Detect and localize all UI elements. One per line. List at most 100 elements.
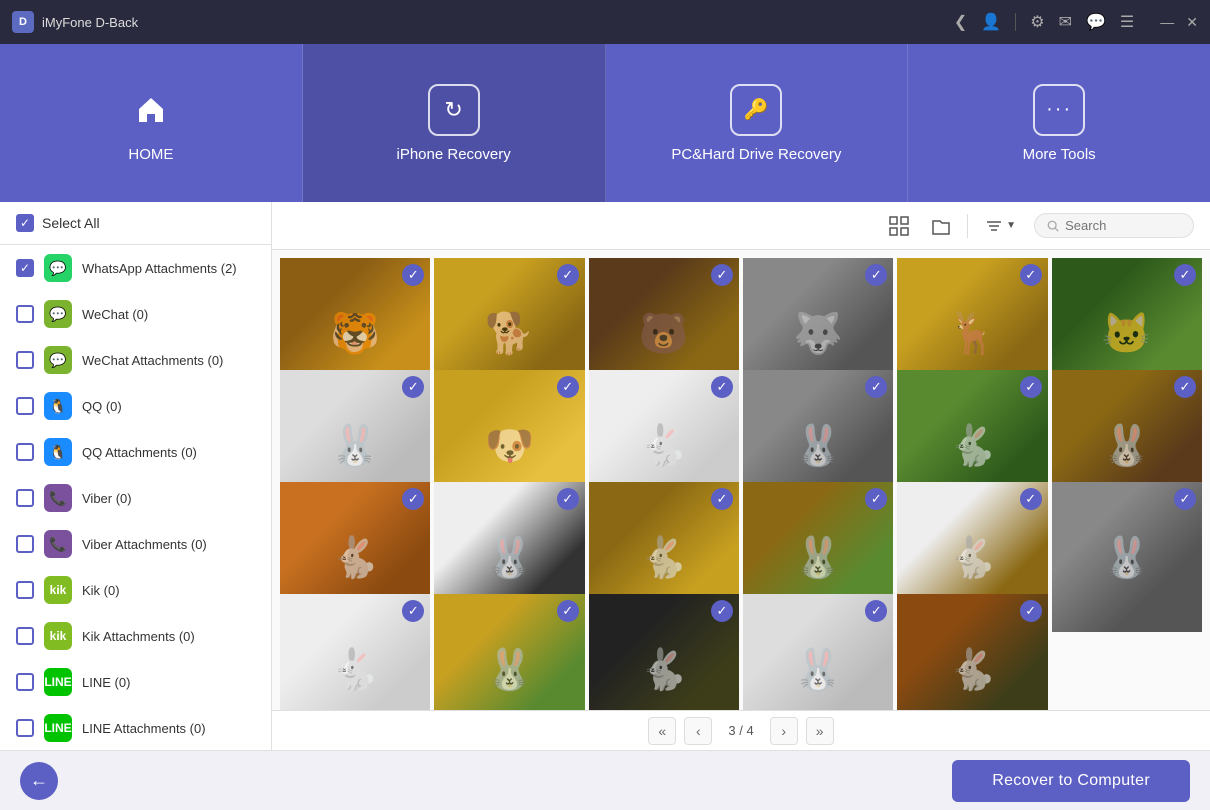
whatsapp-label: WhatsApp Attachments (2) (82, 261, 237, 276)
image-select-check[interactable]: ✓ (711, 264, 733, 286)
image-select-check[interactable]: ✓ (1174, 376, 1196, 398)
sidebar-item-line-attach[interactable]: LINE LINE Attachments (0) (0, 705, 271, 750)
whatsapp-icon: 💬 (44, 254, 72, 282)
menu-icon[interactable]: ☰ (1120, 12, 1134, 32)
share-icon[interactable]: ❮ (954, 12, 967, 32)
image-cell[interactable]: 🐇✓ (589, 594, 739, 710)
content-area: ▼ 🐯✓🐕✓🐻✓🐺✓🦌✓🐱✓🐰✓🐶✓🐇✓🐰✓🐇✓🐰✓🐇✓🐰✓🐇✓🐰✓🐇✓🐰✓🐇✓… (272, 202, 1210, 750)
image-cell[interactable]: 🐰✓ (743, 594, 893, 710)
current-page: 3 (728, 723, 735, 738)
viber-attach-label: Viber Attachments (0) (82, 537, 207, 552)
home-icon (125, 84, 177, 136)
image-select-check[interactable]: ✓ (711, 600, 733, 622)
kik-attach-icon: kik (44, 622, 72, 650)
first-page-button[interactable]: « (648, 717, 676, 745)
content-toolbar: ▼ (272, 202, 1210, 250)
grid-view-button[interactable] (883, 210, 915, 242)
sidebar-item-viber-attach[interactable]: 📞 Viber Attachments (0) (0, 521, 271, 567)
image-select-check[interactable]: ✓ (711, 376, 733, 398)
select-all-checkbox[interactable] (16, 214, 34, 232)
sidebar-item-wechat[interactable]: 💬 WeChat (0) (0, 291, 271, 337)
qq-attach-checkbox[interactable] (16, 443, 34, 461)
nav-bar: HOME ↻ iPhone Recovery 🔑 PC&Hard Drive R… (0, 44, 1210, 202)
sidebar-item-kik-attach[interactable]: kik Kik Attachments (0) (0, 613, 271, 659)
filter-label: ▼ (1006, 220, 1016, 231)
sidebar-item-qq-attach[interactable]: 🐧 QQ Attachments (0) (0, 429, 271, 475)
main-layout: Select All 💬 WhatsApp Attachments (2) 💬 … (0, 202, 1210, 750)
sidebar-item-qq[interactable]: 🐧 QQ (0) (0, 383, 271, 429)
image-select-check[interactable]: ✓ (1174, 488, 1196, 510)
qq-label: QQ (0) (82, 399, 122, 414)
nav-iphone-recovery[interactable]: ↻ iPhone Recovery (303, 44, 606, 202)
image-select-check[interactable]: ✓ (1020, 600, 1042, 622)
recover-button[interactable]: Recover to Computer (952, 760, 1190, 802)
wechat-attach-icon: 💬 (44, 346, 72, 374)
more-tools-label: More Tools (1023, 146, 1096, 163)
close-button[interactable]: ✕ (1186, 14, 1198, 31)
sidebar-item-viber[interactable]: 📞 Viber (0) (0, 475, 271, 521)
title-bar: D iMyFone D-Back ❮ 👤 ⚙ ✉ 💬 ☰ — ✕ (0, 0, 1210, 44)
next-page-button[interactable]: › (770, 717, 798, 745)
sidebar-item-whatsapp[interactable]: 💬 WhatsApp Attachments (2) (0, 245, 271, 291)
image-select-check[interactable]: ✓ (1174, 264, 1196, 286)
total-pages: 4 (746, 723, 753, 738)
prev-page-button[interactable]: ‹ (684, 717, 712, 745)
sidebar-item-wechat-attach[interactable]: 💬 WeChat Attachments (0) (0, 337, 271, 383)
kik-icon: kik (44, 576, 72, 604)
mail-icon[interactable]: ✉ (1059, 12, 1072, 32)
viber-checkbox[interactable] (16, 489, 34, 507)
image-select-check[interactable]: ✓ (1020, 376, 1042, 398)
iphone-recovery-label: iPhone Recovery (397, 146, 511, 163)
sidebar-item-line[interactable]: LINE LINE (0) (0, 659, 271, 705)
window-controls: — ✕ (1160, 14, 1198, 31)
app-title: iMyFone D-Back (42, 15, 954, 30)
gear-icon[interactable]: ⚙ (1030, 12, 1044, 32)
viber-attach-icon: 📞 (44, 530, 72, 558)
line-attach-checkbox[interactable] (16, 719, 34, 737)
viber-icon: 📞 (44, 484, 72, 512)
line-checkbox[interactable] (16, 673, 34, 691)
wechat-checkbox[interactable] (16, 305, 34, 323)
image-select-check[interactable]: ✓ (1020, 488, 1042, 510)
sidebar-header: Select All (0, 202, 271, 245)
qq-attach-icon: 🐧 (44, 438, 72, 466)
qq-checkbox[interactable] (16, 397, 34, 415)
kik-checkbox[interactable] (16, 581, 34, 599)
filter-button[interactable]: ▼ (978, 214, 1024, 238)
minimize-button[interactable]: — (1160, 14, 1174, 30)
image-select-check[interactable]: ✓ (557, 600, 579, 622)
more-tools-icon: ··· (1033, 84, 1085, 136)
image-cell[interactable]: 🐰✓ (1052, 482, 1202, 632)
image-cell[interactable]: 🐇✓ (280, 594, 430, 710)
image-cell[interactable]: 🐰✓ (434, 594, 584, 710)
iphone-recovery-icon: ↻ (428, 84, 480, 136)
nav-home[interactable]: HOME (0, 44, 303, 202)
image-select-check[interactable]: ✓ (557, 488, 579, 510)
search-input[interactable] (1065, 218, 1181, 233)
sidebar-item-kik[interactable]: kik Kik (0) (0, 567, 271, 613)
last-page-button[interactable]: » (806, 717, 834, 745)
image-cell[interactable]: 🐇✓ (897, 594, 1047, 710)
image-select-check[interactable]: ✓ (557, 376, 579, 398)
chat-icon[interactable]: 💬 (1086, 12, 1106, 32)
nav-pc-hard-drive[interactable]: 🔑 PC&Hard Drive Recovery (606, 44, 909, 202)
kik-attach-checkbox[interactable] (16, 627, 34, 645)
viber-attach-checkbox[interactable] (16, 535, 34, 553)
kik-attach-label: Kik Attachments (0) (82, 629, 195, 644)
nav-more-tools[interactable]: ··· More Tools (908, 44, 1210, 202)
user-icon[interactable]: 👤 (981, 12, 1001, 32)
wechat-attach-checkbox[interactable] (16, 351, 34, 369)
image-select-check[interactable]: ✓ (711, 488, 733, 510)
title-bar-icons: ❮ 👤 ⚙ ✉ 💬 ☰ — ✕ (954, 12, 1198, 32)
image-select-check[interactable]: ✓ (557, 264, 579, 286)
whatsapp-checkbox[interactable] (16, 259, 34, 277)
line-label: LINE (0) (82, 675, 130, 690)
search-icon (1047, 219, 1059, 233)
qq-attach-label: QQ Attachments (0) (82, 445, 197, 460)
folder-view-button[interactable] (925, 210, 957, 242)
app-logo: D (12, 11, 34, 33)
search-box[interactable] (1034, 213, 1194, 238)
back-button[interactable]: ← (20, 762, 58, 800)
image-select-check[interactable]: ✓ (1020, 264, 1042, 286)
home-label: HOME (128, 146, 173, 163)
